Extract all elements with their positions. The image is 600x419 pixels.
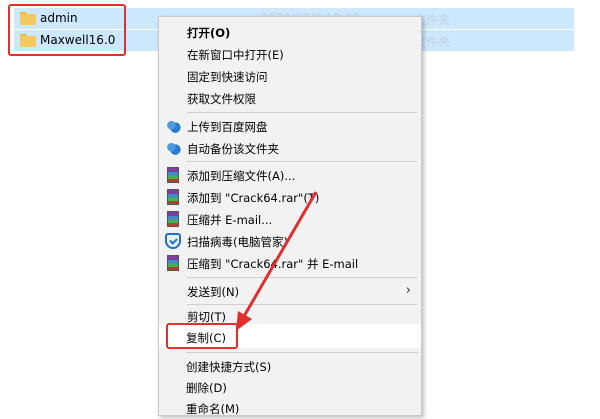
annotation-arrow	[236, 191, 318, 331]
arrow-line	[241, 191, 318, 319]
